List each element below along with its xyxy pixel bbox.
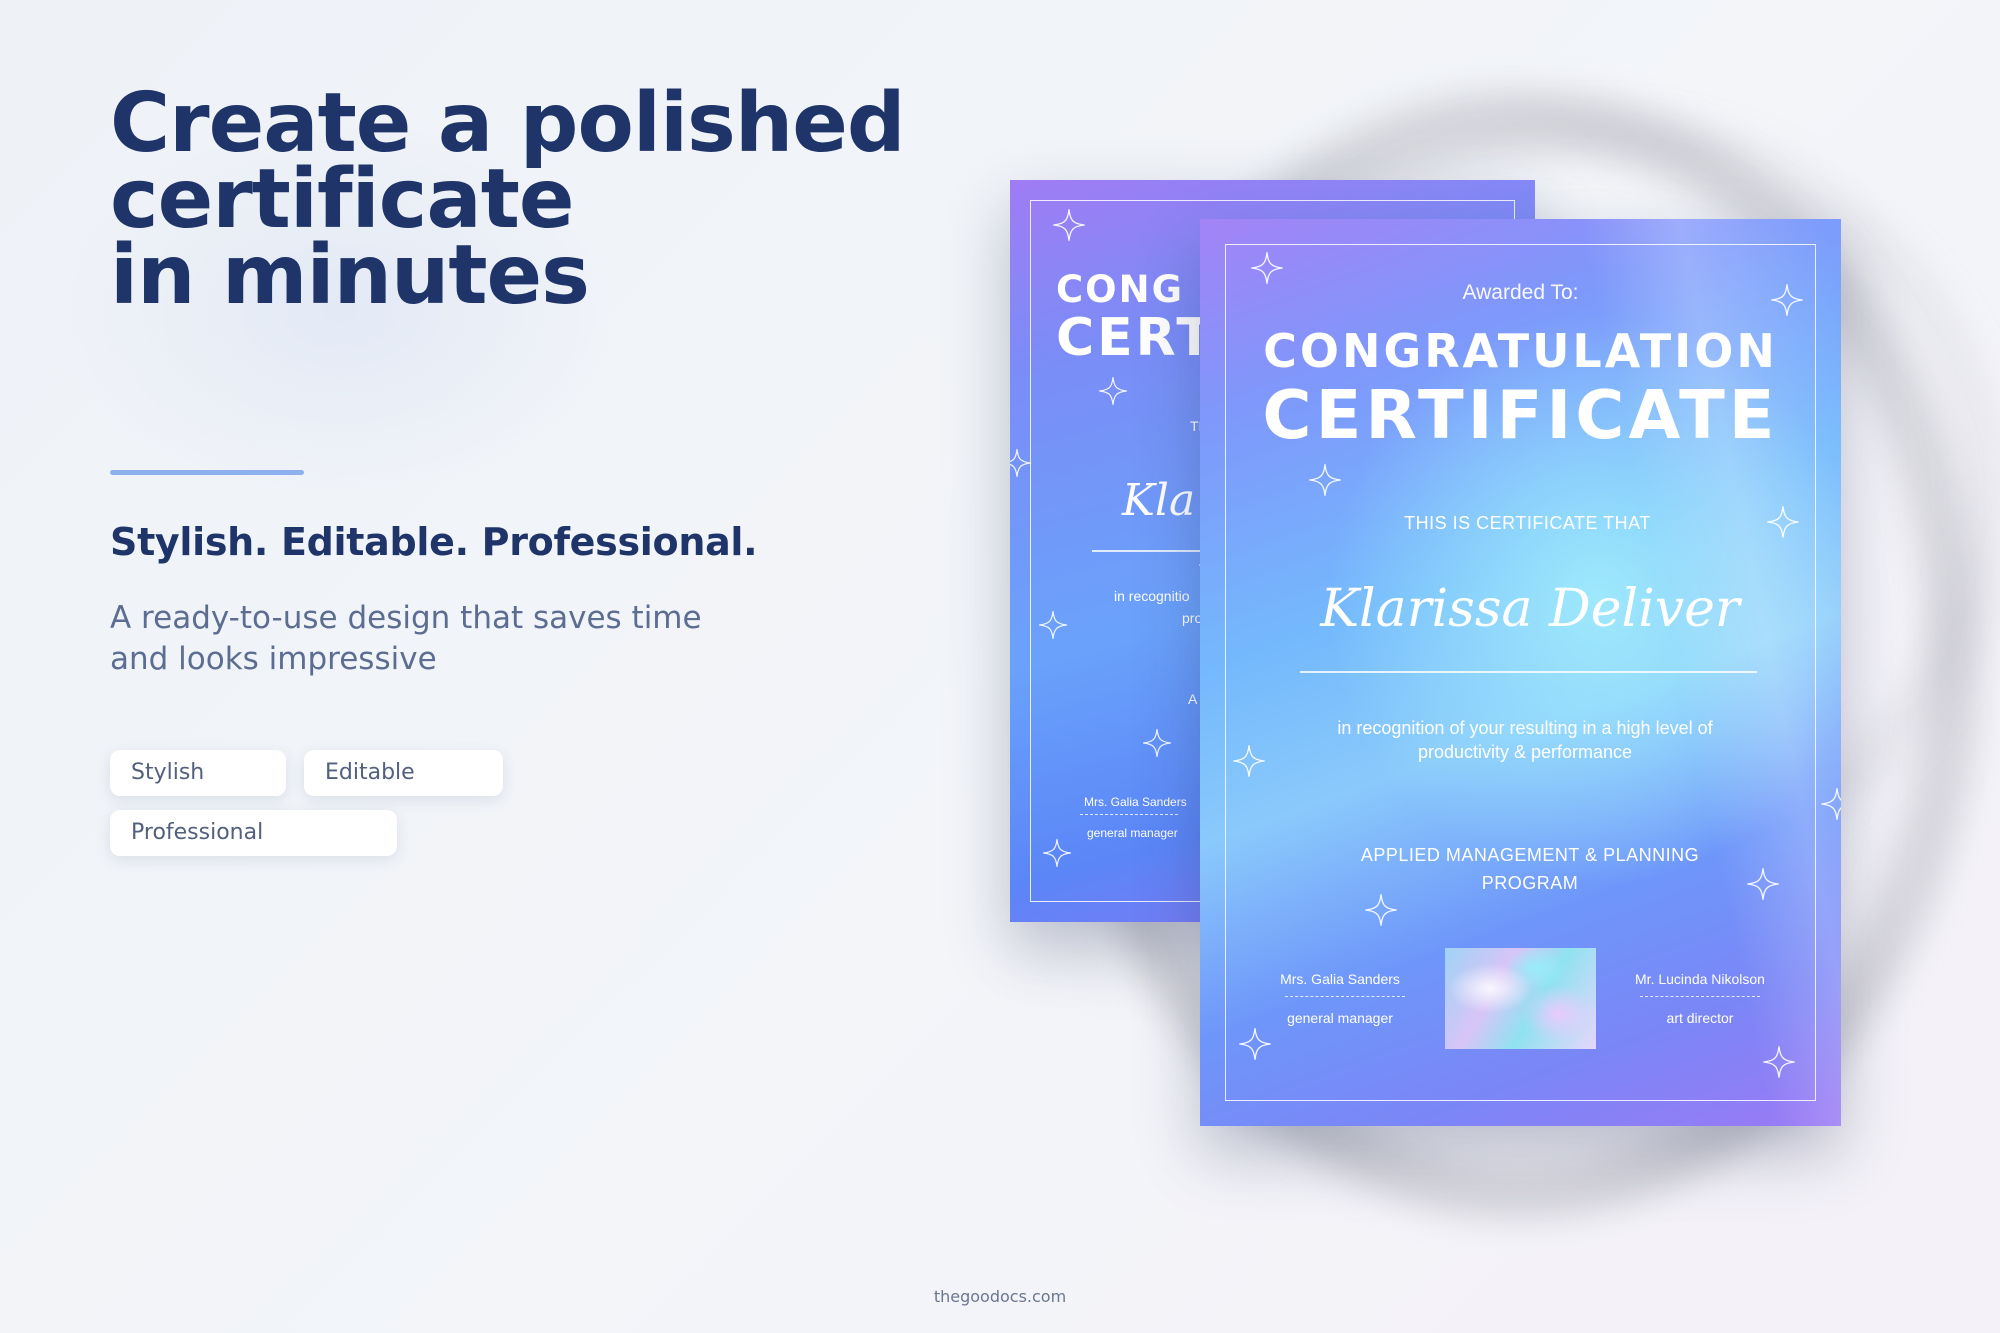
back-cert-name-line (1092, 550, 1212, 552)
cert-program-name: APPLIED MANAGEMENT & PLANNING PROGRAM (1360, 845, 1700, 893)
back-cert-recognition-1: in recognitio (1114, 588, 1190, 604)
sparkle-star-icon (1364, 893, 1398, 927)
cert-title-line-1: CONGRATULATION (1263, 324, 1778, 378)
back-cert-signer-role: general manager (1087, 826, 1178, 840)
cert-statement: THIS IS CERTIFICATE THAT (1404, 513, 1651, 533)
certificate-preview-front: Awarded To: CONGRATULATION CERTIFICATE T… (1200, 219, 1841, 1126)
cert-recognition-text: in recognition of your resulting in a hi… (1337, 718, 1713, 762)
cert-signer-1-name: Mrs. Galia Sanders (1280, 971, 1400, 987)
hero-headline: Create a polished certificate in minutes (110, 76, 930, 323)
cert-signer-1-role: general manager (1287, 1010, 1393, 1026)
cert-awarded-to: Awarded To: (1462, 281, 1579, 304)
accent-divider (110, 470, 304, 475)
sparkle-star-icon (1052, 208, 1086, 242)
cert-signature-line-1 (1285, 996, 1405, 997)
tag-editable[interactable]: Editable (304, 750, 503, 796)
sparkle-star-icon (1238, 1027, 1272, 1061)
footer-site-link[interactable]: thegoodocs.com (0, 1287, 2000, 1306)
sparkle-star-icon (1098, 376, 1128, 406)
headline-line-3: in minutes (110, 228, 590, 323)
holographic-seal (1445, 948, 1596, 1049)
back-cert-title-line-1: CONG (1056, 268, 1184, 311)
sparkle-star-icon (1232, 744, 1266, 778)
sparkle-star-icon (1042, 838, 1072, 868)
tag-professional[interactable]: Professional (110, 810, 397, 856)
cert-recipient-name: Klarissa Deliver (1320, 579, 1740, 639)
back-cert-title-line-2: CERT (1056, 308, 1215, 368)
hero-description: A ready-to-use design that saves time an… (110, 600, 702, 677)
headline-line-1: Create a polished (110, 76, 906, 171)
sparkle-star-icon (1308, 463, 1342, 497)
sparkle-star-icon (1766, 505, 1800, 539)
sparkle-star-icon (1820, 787, 1841, 821)
sparkle-star-icon (1746, 867, 1780, 901)
back-cert-signer-name: Mrs. Galia Sanders (1084, 795, 1187, 809)
sparkle-star-icon (1762, 1045, 1796, 1079)
hero-subheading: Stylish. Editable. Professional. (110, 520, 758, 564)
headline-line-2: certificate (110, 152, 575, 247)
back-cert-signature-line (1080, 814, 1178, 815)
sparkle-star-icon (1250, 251, 1284, 285)
back-cert-program: A (1188, 691, 1198, 707)
sparkle-star-icon (1770, 283, 1804, 317)
cert-signature-line-2 (1640, 996, 1760, 997)
cert-title-line-2: CERTIFICATE (1262, 376, 1779, 454)
sparkle-star-icon (1038, 610, 1068, 640)
cert-name-underline (1300, 671, 1757, 673)
cert-signer-2-role: art director (1666, 1010, 1734, 1026)
tag-stylish[interactable]: Stylish (110, 750, 286, 796)
sparkle-star-icon (1142, 728, 1172, 758)
cert-signer-2-name: Mr. Lucinda Nikolson (1635, 971, 1765, 987)
sparkle-star-icon (1010, 448, 1032, 478)
back-cert-recipient: Kla (1122, 475, 1196, 526)
